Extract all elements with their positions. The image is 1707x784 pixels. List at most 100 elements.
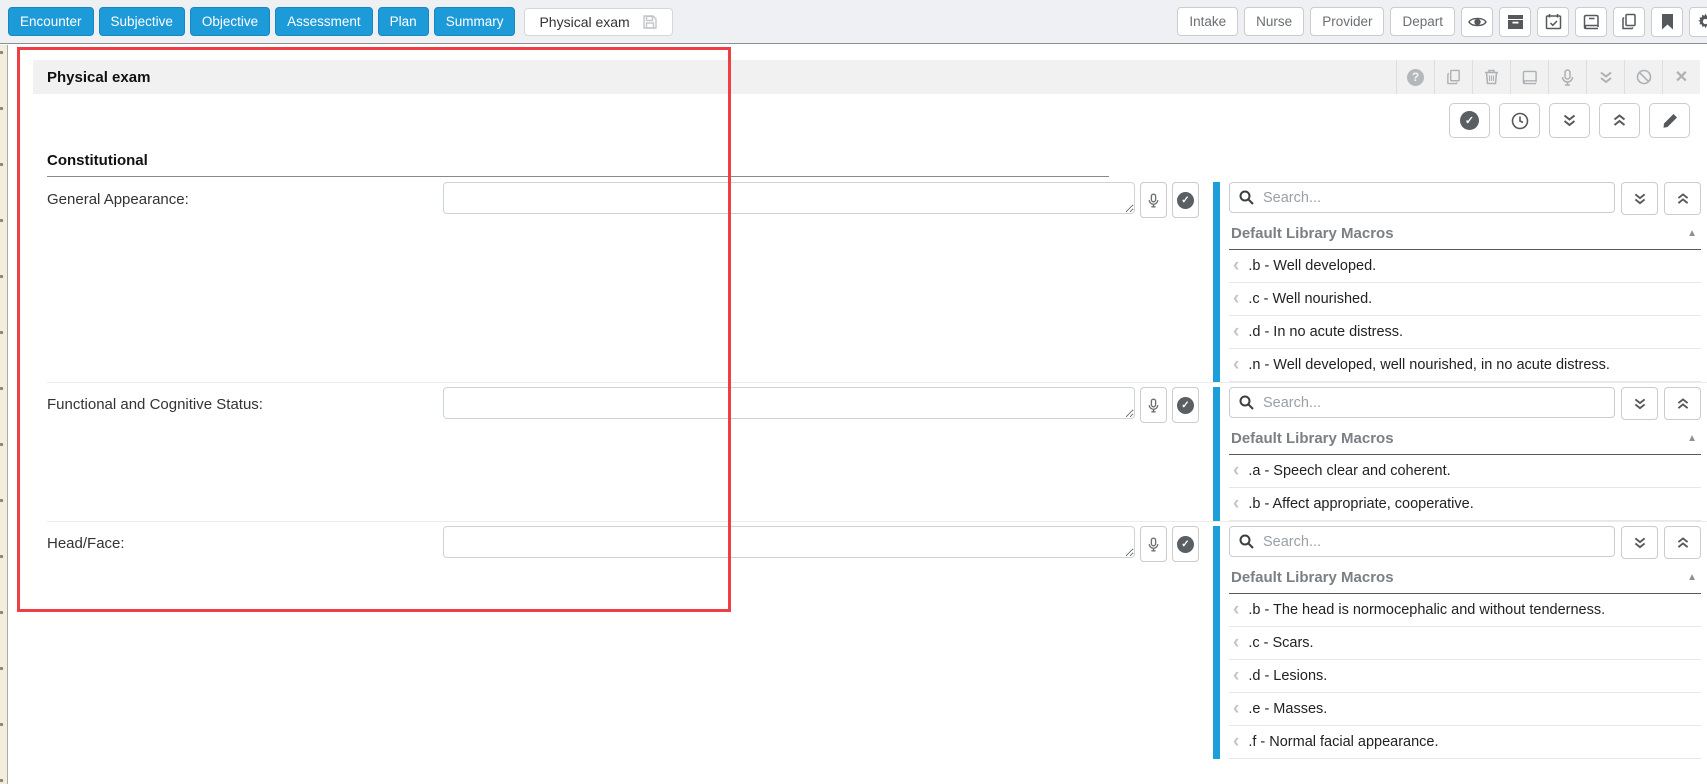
dictate-button[interactable] [1548,60,1586,94]
expand-macros-button[interactable] [1621,182,1658,215]
macro-item[interactable]: ‹ .a - Speech clear and coherent. [1229,455,1701,488]
macros-header[interactable]: Default Library Macros ▲ [1229,420,1701,455]
bookmark-button[interactable] [1651,6,1683,37]
close-button[interactable]: ✕ [1662,60,1700,94]
macro-item[interactable]: ‹ .e - Masses. [1229,693,1701,726]
collapse-section-button[interactable] [1586,60,1624,94]
nurse-button[interactable]: Nurse [1244,7,1305,36]
physical-exam-panel: Physical exam ? ✕ ✓ Constitutional Gener… [9,60,1707,759]
macro-item[interactable]: ‹ .c - Scars. [1229,627,1701,660]
save-icon[interactable] [642,14,658,30]
macro-search-input[interactable] [1261,188,1605,207]
collapse-macros-button[interactable] [1664,387,1701,420]
macro-item-label: .d - In no acute distress. [1248,324,1404,340]
provider-button[interactable]: Provider [1310,7,1385,36]
macros-header[interactable]: Default Library Macros ▲ [1229,215,1701,250]
insert-left-icon: ‹ [1233,632,1240,653]
macro-item[interactable]: ‹ .f - Normal facial appearance. [1229,726,1701,759]
macro-panel-general-appearance: Default Library Macros ▲ ‹ .b - Well deve… [1213,182,1701,382]
nav-encounter-button[interactable]: Encounter [8,7,94,36]
settings-button[interactable] [1689,6,1707,37]
gear-icon [1697,13,1707,30]
archive-button[interactable] [1499,6,1531,37]
macro-panel-head-face: Default Library Macros ▲ ‹ .b - The head … [1213,526,1701,759]
confirm-field-button[interactable]: ✓ [1172,182,1199,218]
insert-left-icon: ‹ [1233,255,1240,276]
panel-actions-row: ✓ [9,103,1690,138]
intake-button[interactable]: Intake [1177,7,1239,36]
collapse-macros-button[interactable] [1664,182,1701,215]
journal-button[interactable] [1575,6,1607,37]
macro-item-label: .d - Lesions. [1248,668,1328,684]
calendar-button[interactable] [1537,6,1569,37]
chevrons-down-icon [1633,537,1647,549]
macro-panel-functional-cognitive: Default Library Macros ▲ ‹ .a - Speech cl… [1213,387,1701,521]
panel-header-icon-group: ? ✕ [1396,60,1700,94]
duplicate-button[interactable] [1613,6,1645,37]
microphone-icon [1148,397,1159,413]
macro-search-box[interactable] [1229,387,1615,418]
chevrons-down-icon [1599,71,1613,84]
macros-header[interactable]: Default Library Macros ▲ [1229,559,1701,594]
history-button[interactable] [1499,103,1540,138]
insert-left-icon: ‹ [1233,599,1240,620]
macro-item[interactable]: ‹ .c - Well nourished. [1229,283,1701,316]
confirm-field-button[interactable]: ✓ [1172,526,1199,562]
confirm-field-button[interactable]: ✓ [1172,387,1199,423]
check-circle-icon: ✓ [1460,111,1479,130]
general-appearance-input[interactable] [443,182,1135,214]
library-button[interactable] [1510,60,1548,94]
calendar-check-icon [1545,13,1562,30]
help-button[interactable]: ? [1396,60,1434,94]
collapse-all-button[interactable] [1599,103,1640,138]
dictate-field-button[interactable] [1140,526,1167,562]
nav-plan-button[interactable]: Plan [377,7,429,36]
insert-left-icon: ‹ [1233,354,1240,375]
macro-search-input[interactable] [1261,532,1605,551]
topbar-right-group: Intake Nurse Provider Depart [1177,6,1707,37]
expand-all-button[interactable] [1549,103,1590,138]
macro-item[interactable]: ‹ .b - Affect appropriate, cooperative. [1229,488,1701,521]
nav-objective-button[interactable]: Objective [189,7,271,36]
nav-summary-button[interactable]: Summary [433,7,516,36]
depart-button[interactable]: Depart [1390,7,1455,36]
macro-item[interactable]: ‹ .d - Lesions. [1229,660,1701,693]
eye-button[interactable] [1461,6,1493,37]
panel-header: Physical exam ? ✕ [33,60,1700,94]
macro-item-label: .b - Affect appropriate, cooperative. [1248,496,1474,512]
macro-item[interactable]: ‹ .d - In no acute distress. [1229,316,1701,349]
macros-header-label: Default Library Macros [1231,569,1394,586]
macro-item[interactable]: ‹ .b - Well developed. [1229,250,1701,283]
functional-cognitive-status-input[interactable] [443,387,1135,419]
pencil-icon [1662,113,1678,129]
dictate-field-button[interactable] [1140,182,1167,218]
macro-search-box[interactable] [1229,526,1615,557]
macro-search-box[interactable] [1229,182,1615,213]
tab-physical-exam-label: Physical exam [539,13,630,30]
complete-button[interactable]: ✓ [1449,103,1490,138]
insert-left-icon: ‹ [1233,321,1240,342]
head-face-input[interactable] [443,526,1135,558]
chevrons-up-icon [1676,536,1690,549]
tab-physical-exam[interactable]: Physical exam [524,7,673,36]
macro-search-input[interactable] [1261,393,1605,412]
copy-note-button[interactable] [1434,60,1472,94]
search-icon [1239,190,1254,205]
nav-assessment-button[interactable]: Assessment [275,7,373,36]
disable-button[interactable] [1624,60,1662,94]
expand-macros-button[interactable] [1621,526,1658,559]
nav-subjective-button[interactable]: Subjective [98,7,185,36]
macro-item-label: .c - Well nourished. [1248,291,1373,307]
collapse-macros-button[interactable] [1664,526,1701,559]
edit-button[interactable] [1649,103,1690,138]
copy-pages-icon [1621,13,1638,30]
dictate-field-button[interactable] [1140,387,1167,423]
macros-header-label: Default Library Macros [1231,225,1394,242]
check-circle-icon: ✓ [1177,396,1194,414]
check-circle-icon: ✓ [1177,191,1194,209]
macro-item[interactable]: ‹ .b - The head is normocephalic and with… [1229,594,1701,627]
delete-button[interactable] [1472,60,1510,94]
expand-macros-button[interactable] [1621,387,1658,420]
macro-item[interactable]: ‹ .n - Well developed, well nourished, in… [1229,349,1701,382]
insert-left-icon: ‹ [1233,460,1240,481]
